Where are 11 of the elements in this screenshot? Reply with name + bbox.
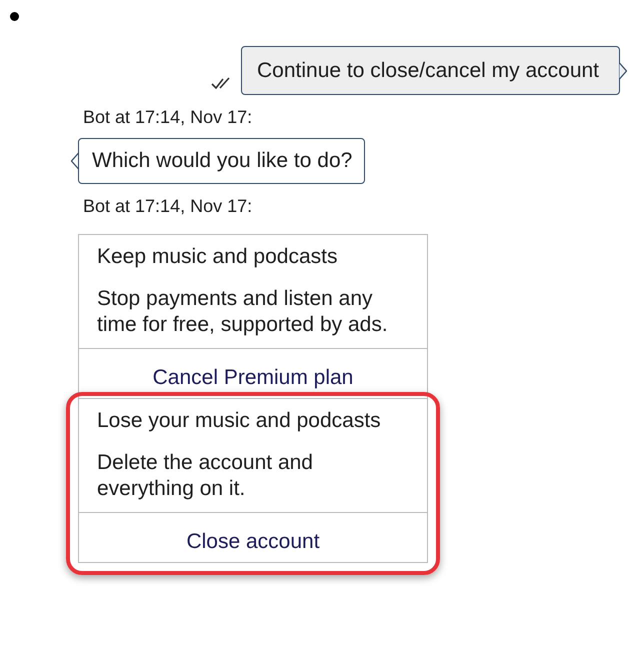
bullet-dot (10, 12, 19, 21)
bubble-tail-icon (619, 62, 627, 80)
option-title: Keep music and podcasts (97, 244, 338, 270)
message-timestamp: Bot at 17:14, Nov 17: (83, 195, 254, 217)
bubble-tail-icon (71, 152, 79, 170)
option-description: Stop payments and listen any time for free, supported by ads. (97, 286, 389, 338)
option-title: Lose your music and podcasts (97, 408, 382, 434)
user-message-bubble: Continue to close/cancel my account (241, 46, 620, 95)
bot-message-bubble: Which would you like to do? (78, 138, 366, 184)
option-description: Delete the account and everything on it. (97, 450, 314, 502)
message-timestamp: Bot at 17:14, Nov 17: (83, 106, 254, 128)
